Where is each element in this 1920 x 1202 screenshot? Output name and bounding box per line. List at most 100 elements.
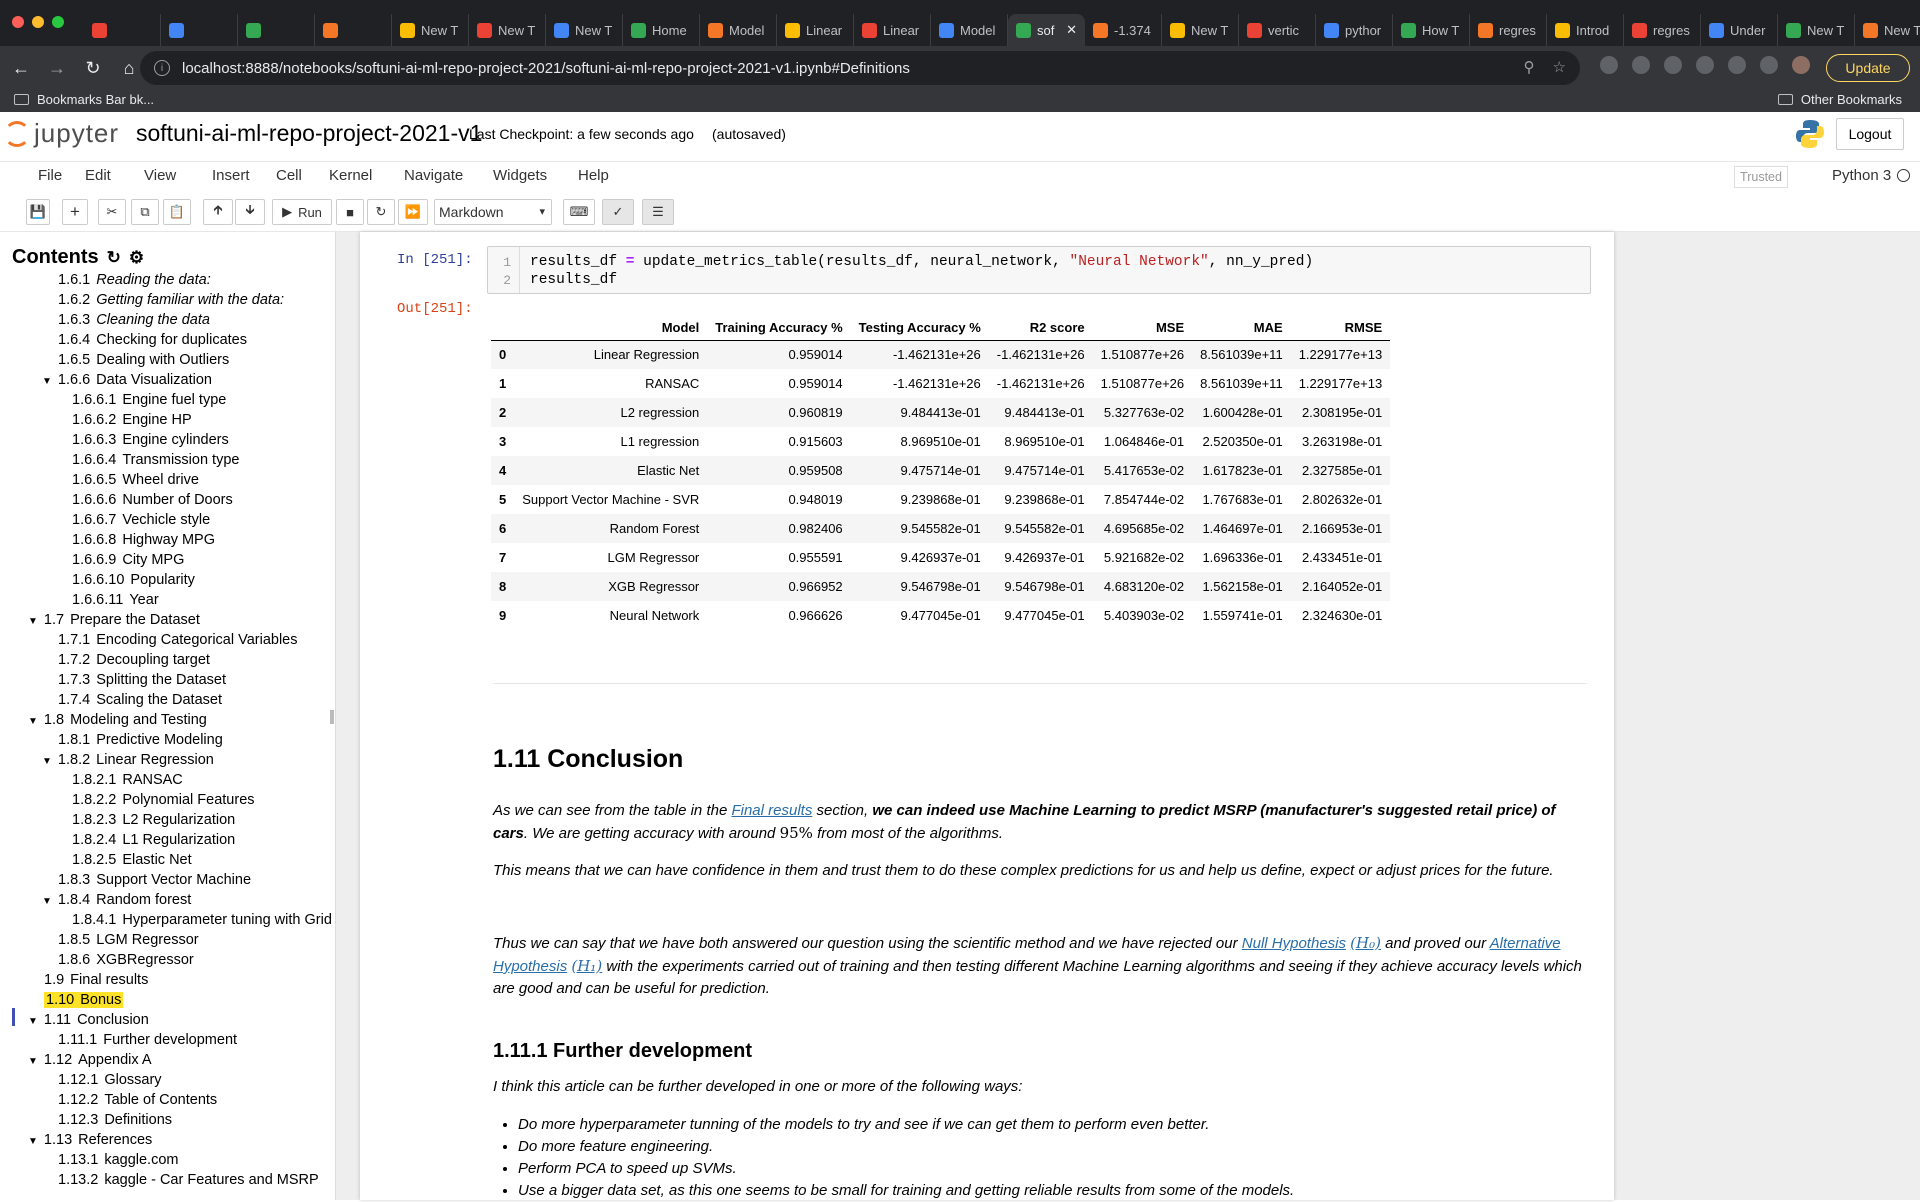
toc-item-1-8-2-5[interactable]: 1.8.2.5 Elastic Net (72, 852, 192, 868)
browser-tab[interactable]: New T (1855, 14, 1920, 46)
bookmark-star-icon[interactable]: ☆ (1553, 58, 1566, 76)
reload-icon[interactable]: ↻ (78, 58, 108, 79)
refresh-icon[interactable]: ↻ (107, 248, 121, 268)
toc-item-1-6-6-6[interactable]: 1.6.6.6 Number of Doors (72, 492, 233, 508)
toc-item-1-13-1[interactable]: 1.13.1 kaggle.com (58, 1152, 178, 1168)
browser-tab[interactable]: Linear (777, 14, 854, 46)
toc-toggle-icon[interactable]: ☰ (642, 199, 674, 225)
toc-item-1-7-1[interactable]: 1.7.1 Encoding Categorical Variables (58, 632, 298, 648)
menu-help[interactable]: Help (578, 167, 609, 184)
collapse-triangle-icon[interactable]: ▼ (42, 376, 52, 387)
extension-icon[interactable] (1728, 56, 1746, 74)
bookmark-folder[interactable]: Bookmarks Bar bk... (14, 92, 154, 107)
browser-tab[interactable] (84, 14, 161, 46)
menu-widgets[interactable]: Widgets (493, 167, 547, 184)
toc-item-1-6-6-4[interactable]: 1.6.6.4 Transmission type (72, 452, 239, 468)
toc-item-1-6-6-8[interactable]: 1.6.6.8 Highway MPG (72, 532, 215, 548)
copy-icon[interactable]: ⧉ (131, 199, 159, 225)
toc-item-1-6-3[interactable]: 1.6.3 Cleaning the data (58, 312, 210, 328)
toc-item-1-6-6-2[interactable]: 1.6.6.2 Engine HP (72, 412, 192, 428)
close-tab-icon[interactable]: ✕ (1066, 22, 1077, 38)
extension-icon[interactable] (1664, 56, 1682, 74)
site-info-icon[interactable]: i (154, 60, 170, 76)
toc-item-1-8-2-4[interactable]: 1.8.2.4 L1 Regularization (72, 832, 235, 848)
browser-tab[interactable] (238, 14, 315, 46)
toc-item-1-8-2[interactable]: ▼ 1.8.2 Linear Regression (42, 752, 214, 768)
browser-tab[interactable]: Linear (854, 14, 931, 46)
toc-item-1-6-5[interactable]: 1.6.5 Dealing with Outliers (58, 352, 229, 368)
browser-tab[interactable] (161, 14, 238, 46)
code-cell-editor[interactable]: 12 results_df = update_metrics_table(res… (487, 246, 1591, 294)
keyboard-icon[interactable]: ⌨ (563, 199, 595, 225)
toc-item-1-11[interactable]: ▼ 1.11 Conclusion (28, 1012, 149, 1028)
browser-tab[interactable]: New T (1162, 14, 1239, 46)
forward-icon[interactable]: → (42, 58, 72, 79)
collapse-triangle-icon[interactable]: ▼ (28, 1016, 38, 1027)
notebook-name[interactable]: softuni-ai-ml-repo-project-2021-v1 (136, 120, 482, 147)
browser-tab[interactable]: How T (1393, 14, 1470, 46)
toc-item-1-8-5[interactable]: 1.8.5 LGM Regressor (58, 932, 199, 948)
browser-tab[interactable]: New T (392, 14, 469, 46)
back-icon[interactable]: ← (6, 58, 36, 79)
collapse-triangle-icon[interactable]: ▼ (28, 616, 38, 627)
insert-cell-icon[interactable]: + (62, 199, 88, 225)
browser-tab[interactable]: -1.374 (1085, 14, 1162, 46)
browser-tab[interactable]: sof ✕ (1008, 14, 1085, 46)
menu-file[interactable]: File (38, 167, 62, 184)
toc-item-1-6-6-5[interactable]: 1.6.6.5 Wheel drive (72, 472, 199, 488)
menu-insert[interactable]: Insert (212, 167, 250, 184)
browser-tab[interactable]: pythor (1316, 14, 1393, 46)
null-hypothesis-link[interactable]: Null Hypothesis (1242, 935, 1346, 952)
collapse-triangle-icon[interactable]: ▼ (28, 1056, 38, 1067)
interrupt-icon[interactable]: ■ (336, 199, 364, 225)
logout-button[interactable]: Logout (1836, 118, 1904, 150)
menu-navigate[interactable]: Navigate (404, 167, 463, 184)
menu-kernel[interactable]: Kernel (329, 167, 372, 184)
toc-item-1-6-6-11[interactable]: 1.6.6.11 Year (72, 592, 159, 608)
menu-view[interactable]: View (144, 167, 176, 184)
browser-tab[interactable]: regres (1470, 14, 1547, 46)
run-button[interactable]: ▶ Run (272, 199, 332, 225)
math-h0[interactable]: (H₀) (1350, 934, 1381, 952)
toc-item-1-10[interactable]: 1.10 Bonus (44, 992, 124, 1008)
extension-icon[interactable] (1696, 56, 1714, 74)
collapse-triangle-icon[interactable]: ▼ (42, 896, 52, 907)
cut-icon[interactable]: ✂ (98, 199, 126, 225)
toc-item-1-12-3[interactable]: 1.12.3 Definitions (58, 1112, 172, 1128)
toc-item-1-12-1[interactable]: 1.12.1 Glossary (58, 1072, 162, 1088)
gear-icon[interactable]: ⚙ (129, 248, 144, 268)
toc-item-1-7-2[interactable]: 1.7.2 Decoupling target (58, 652, 210, 668)
minimize-window-button[interactable] (32, 16, 44, 28)
toc-item-1-6-6-9[interactable]: 1.6.6.9 City MPG (72, 552, 184, 568)
toc-item-1-12-2[interactable]: 1.12.2 Table of Contents (58, 1092, 217, 1108)
toc-item-1-6-1[interactable]: 1.6.1 Reading the data: (58, 272, 211, 288)
toc-item-1-6-6-7[interactable]: 1.6.6.7 Vechicle style (72, 512, 210, 528)
toc-item-1-9[interactable]: 1.9 Final results (44, 972, 148, 988)
toc-item-1-6-6-3[interactable]: 1.6.6.3 Engine cylinders (72, 432, 229, 448)
move-down-icon[interactable]: 🡳 (235, 199, 265, 225)
collapse-triangle-icon[interactable]: ▼ (28, 1136, 38, 1147)
extension-icon[interactable] (1632, 56, 1650, 74)
toc-item-1-13-2[interactable]: 1.13.2 kaggle - Car Features and MSRP (58, 1172, 319, 1188)
browser-tab[interactable]: Model (931, 14, 1008, 46)
toc-item-1-6-2[interactable]: 1.6.2 Getting familiar with the data: (58, 292, 284, 308)
toc-item-1-8-4-1[interactable]: 1.8.4.1 Hyperparameter tuning with Grid (72, 912, 332, 928)
menu-cell[interactable]: Cell (276, 167, 302, 184)
toc-item-1-8-2-1[interactable]: 1.8.2.1 RANSAC (72, 772, 183, 788)
move-up-icon[interactable]: 🡱 (203, 199, 233, 225)
collapse-triangle-icon[interactable]: ▼ (28, 716, 38, 727)
browser-tab[interactable] (315, 14, 392, 46)
toc-item-1-8[interactable]: ▼ 1.8 Modeling and Testing (28, 712, 207, 728)
browser-tab[interactable]: New T (546, 14, 623, 46)
toc-item-1-8-2-3[interactable]: 1.8.2.3 L2 Regularization (72, 812, 235, 828)
address-bar[interactable]: i localhost:8888/notebooks/softuni-ai-ml… (140, 51, 1580, 85)
browser-tab[interactable]: Home (623, 14, 700, 46)
toc-item-1-8-2-2[interactable]: 1.8.2.2 Polynomial Features (72, 792, 255, 808)
toc-resize-handle[interactable] (330, 710, 334, 724)
restart-run-all-icon[interactable]: ⏩ (398, 199, 428, 225)
toc-item-1-8-4[interactable]: ▼ 1.8.4 Random forest (42, 892, 191, 908)
profile-avatar[interactable] (1792, 56, 1810, 74)
save-icon[interactable]: 💾 (26, 199, 50, 225)
toc-item-1-8-3[interactable]: 1.8.3 Support Vector Machine (58, 872, 251, 888)
jupyter-logo[interactable]: jupyter (4, 118, 119, 149)
